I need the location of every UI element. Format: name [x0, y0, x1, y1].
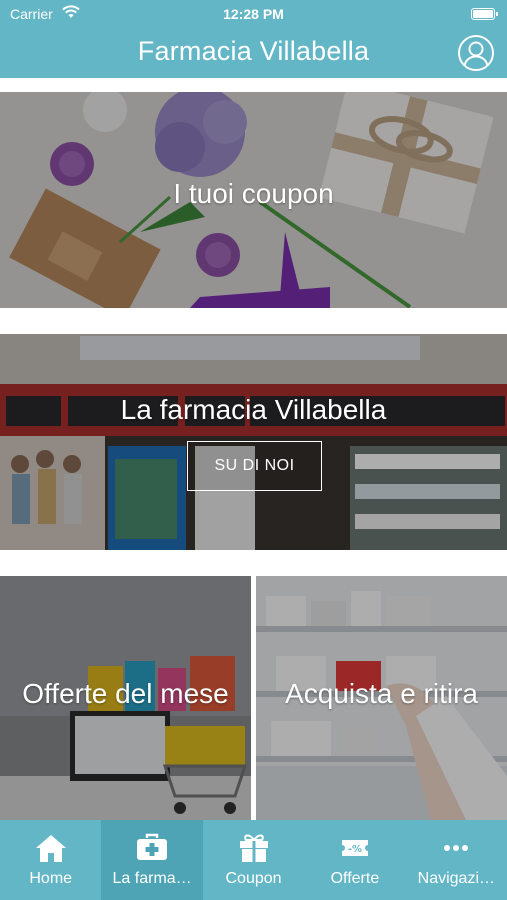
gift-icon — [239, 834, 268, 862]
about-us-button[interactable]: SU DI NOI — [187, 441, 322, 491]
farmacia-tile-label: La farmacia Villabella — [120, 394, 387, 425]
tab-offerte-label: Offerte — [330, 870, 380, 887]
tab-la-farmacia[interactable]: La farma… — [101, 820, 203, 900]
tab-offerte[interactable]: -% Offerte — [304, 820, 405, 900]
discount-tag-icon: -% — [341, 840, 368, 856]
status-bar: Carrier 12:28 PM — [0, 0, 507, 28]
acquista-tile[interactable]: Acquista e ritira — [256, 576, 507, 820]
farmacia-tile[interactable]: La farmacia Villabella SU DI NOI — [0, 334, 507, 550]
offerte-tile-label: Offerte del mese — [22, 678, 229, 709]
tab-navigazione-label: Navigazi… — [417, 870, 495, 887]
tab-coupon-label: Coupon — [225, 870, 282, 887]
svg-text:-%: -% — [348, 844, 362, 855]
status-time: 12:28 PM — [223, 6, 284, 22]
medical-kit-icon — [137, 833, 168, 860]
tab-home-label: Home — [29, 870, 73, 887]
coupon-tile[interactable]: I tuoi coupon — [0, 92, 507, 308]
home-icon — [35, 835, 66, 862]
offerte-tile[interactable]: Offerte del mese — [0, 576, 251, 820]
tab-la-farmacia-label: La farma… — [112, 870, 192, 887]
tab-home[interactable]: Home — [0, 820, 101, 900]
tab-coupon[interactable]: Coupon — [203, 820, 304, 900]
profile-button[interactable] — [458, 35, 494, 71]
page-title: Farmacia Villabella — [137, 36, 370, 66]
app-header: Carrier 12:28 PM Farmacia Villabella — [0, 0, 507, 78]
acquista-tile-label: Acquista e ritira — [285, 678, 478, 709]
coupon-tile-label: I tuoi coupon — [173, 178, 334, 209]
more-dots-icon — [444, 845, 469, 851]
user-icon — [463, 41, 489, 69]
battery-icon — [471, 8, 498, 20]
tab-navigazione[interactable]: Navigazi… — [406, 820, 507, 900]
tab-bar: Home La farma… Coupon -% Offerte Navigaz… — [0, 820, 507, 900]
